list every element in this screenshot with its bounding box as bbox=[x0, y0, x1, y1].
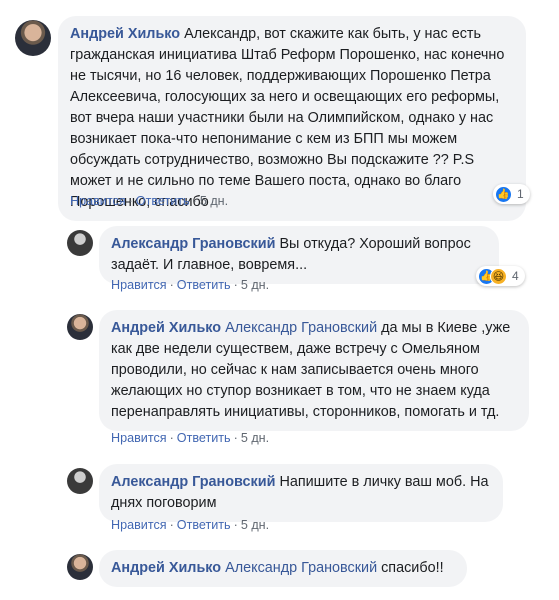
comment-actions: Нравится · Ответить · 5 дн. bbox=[111, 431, 269, 445]
separator: · bbox=[169, 518, 174, 532]
haha-reaction-icon: 😆 bbox=[490, 267, 507, 285]
reaction-count: 1 bbox=[517, 187, 524, 201]
separator: · bbox=[169, 278, 174, 292]
comment-time[interactable]: 5 дн. bbox=[241, 431, 269, 445]
like-button[interactable]: Нравится bbox=[111, 278, 167, 292]
separator: · bbox=[128, 194, 133, 208]
reply-button[interactable]: Ответить bbox=[136, 194, 190, 208]
comment-author[interactable]: Александр Грановский bbox=[111, 474, 275, 490]
reaction-summary[interactable]: 👍 😆 4 bbox=[476, 266, 525, 286]
comment-author[interactable]: Андрей Хилько bbox=[111, 560, 221, 576]
comment-bubble: Андрей Хилько Александр Грановский спасибо… bbox=[99, 550, 467, 587]
like-button[interactable]: Нравится bbox=[111, 518, 167, 532]
reaction-summary[interactable]: 👍 1 bbox=[493, 184, 530, 204]
comment-actions: Нравится · Ответить · 5 дн. bbox=[70, 194, 228, 208]
separator: · bbox=[233, 518, 238, 532]
comment-bubble: Александр Грановский Напишите в личку ваш… bbox=[99, 464, 503, 522]
separator: · bbox=[233, 278, 238, 292]
comment-2: Александр Грановский Вы откуда? Хороший в… bbox=[0, 218, 559, 298]
like-button[interactable]: Нравится bbox=[70, 194, 126, 208]
comment-author[interactable]: Александр Грановский bbox=[111, 236, 275, 252]
comment-time[interactable]: 5 дн. bbox=[241, 278, 269, 292]
comment-bubble: Андрей Хилько Александр, вот скажите как … bbox=[58, 16, 526, 221]
separator: · bbox=[233, 431, 238, 445]
avatar[interactable] bbox=[67, 230, 93, 256]
reaction-count: 4 bbox=[512, 269, 519, 283]
comment-text: спасибо!! bbox=[381, 560, 444, 576]
avatar[interactable] bbox=[15, 20, 51, 56]
avatar[interactable] bbox=[67, 314, 93, 340]
like-reaction-icon: 👍 bbox=[495, 185, 512, 203]
reply-button[interactable]: Ответить bbox=[177, 278, 231, 292]
comment-time[interactable]: 5 дн. bbox=[241, 518, 269, 532]
avatar[interactable] bbox=[67, 554, 93, 580]
comment-author[interactable]: Андрей Хилько bbox=[70, 26, 180, 42]
comment-1: Андрей Хилько Александр, вот скажите как … bbox=[0, 0, 559, 221]
comment-text: Александр, вот скажите как быть, у нас е… bbox=[70, 26, 505, 210]
reply-button[interactable]: Ответить bbox=[177, 431, 231, 445]
separator: · bbox=[192, 194, 197, 208]
comment-actions: Нравится · Ответить · 5 дн. bbox=[111, 278, 269, 292]
comment-5: Андрей Хилько Александр Грановский спасибо… bbox=[0, 544, 559, 600]
comment-3: Андрей Хилько Александр Грановский да мы в… bbox=[0, 304, 559, 454]
comment-bubble: Андрей Хилько Александр Грановский да мы в… bbox=[99, 310, 529, 431]
mention-link[interactable]: Александр Грановский bbox=[225, 320, 377, 336]
like-button[interactable]: Нравится bbox=[111, 431, 167, 445]
comment-time[interactable]: 5 дн. bbox=[200, 194, 228, 208]
avatar[interactable] bbox=[67, 468, 93, 494]
mention-link[interactable]: Александр Грановский bbox=[225, 560, 377, 576]
comment-4: Александр Грановский Напишите в личку ваш… bbox=[0, 458, 559, 538]
separator: · bbox=[169, 431, 174, 445]
comment-actions: Нравится · Ответить · 5 дн. bbox=[111, 518, 269, 532]
comment-bubble: Александр Грановский Вы откуда? Хороший в… bbox=[99, 226, 499, 284]
reply-button[interactable]: Ответить bbox=[177, 518, 231, 532]
comment-author[interactable]: Андрей Хилько bbox=[111, 320, 221, 336]
